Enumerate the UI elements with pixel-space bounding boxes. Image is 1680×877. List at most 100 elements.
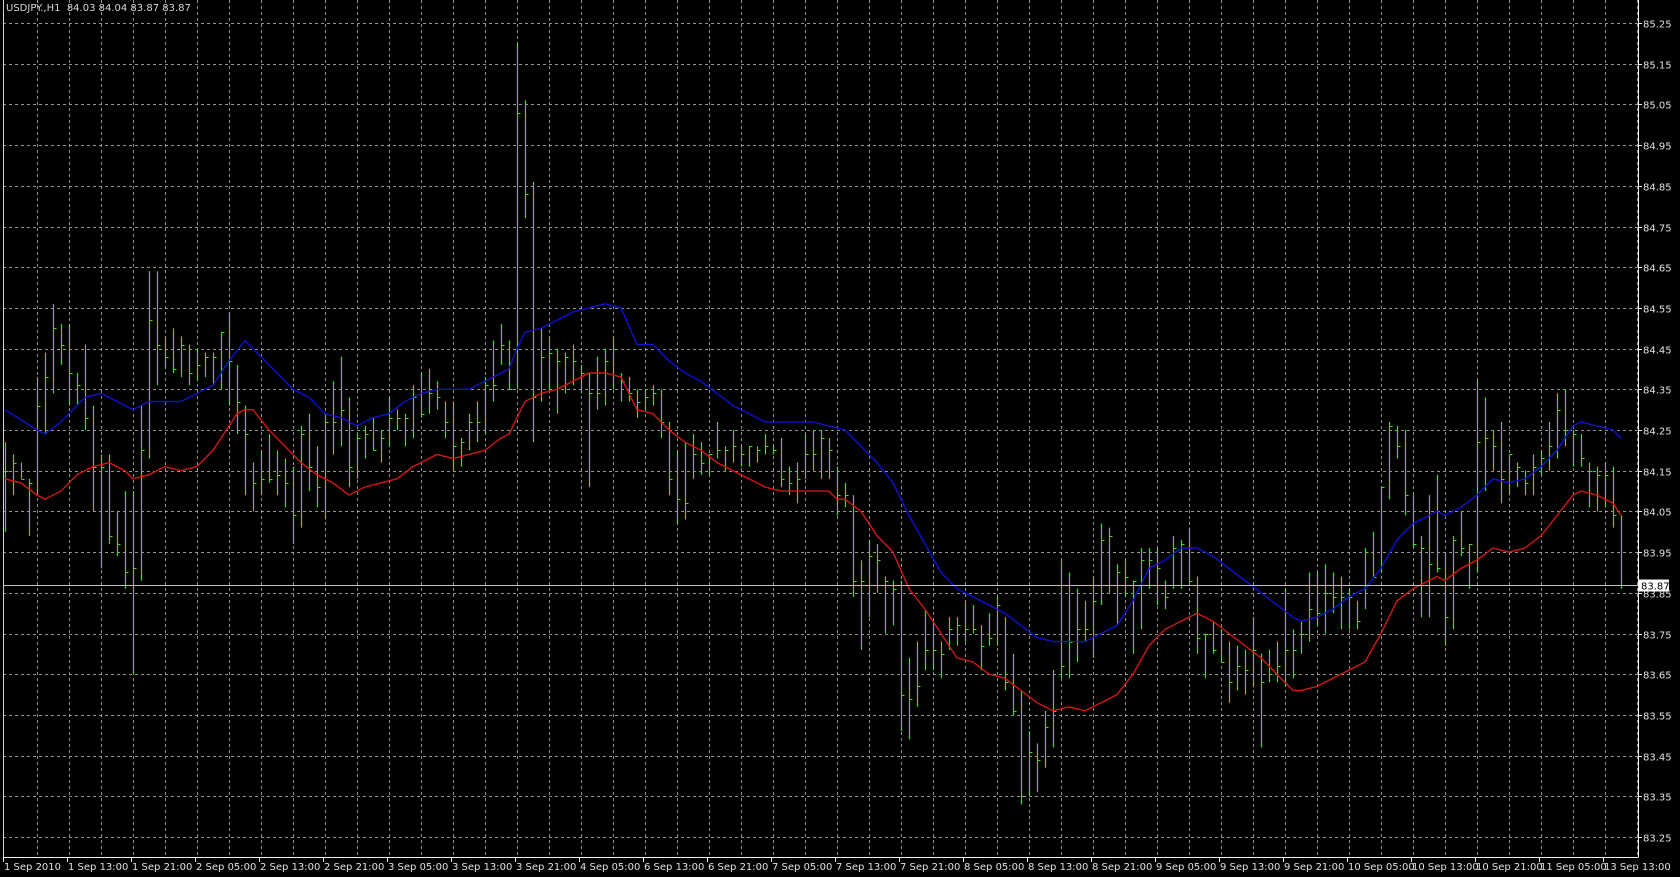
y-tick-label: 85.15 [1643, 61, 1672, 72]
ohlc-bar [420, 373, 425, 418]
x-tick-label: 7 Sep 05:00 [772, 862, 832, 873]
ohlc-bar [820, 430, 825, 479]
ohlc-bar [780, 438, 785, 487]
ohlc-bar [988, 613, 993, 646]
ohlc-bar [684, 442, 689, 520]
ohlc-bar [908, 657, 913, 740]
ohlc-bar [716, 421, 721, 459]
ohlc-bar [452, 401, 457, 471]
ohlc-bar [1236, 645, 1241, 691]
y-tick-label: 83.35 [1643, 793, 1672, 804]
ohlc-bar [388, 397, 393, 447]
ohlc-bar [852, 495, 857, 597]
ohlc-bar [1084, 600, 1089, 642]
ohlc-bar [812, 430, 817, 471]
ohlc-bar [164, 336, 169, 369]
y-tick-label: 85.05 [1643, 101, 1672, 112]
ohlc-bar [1100, 523, 1105, 606]
y-tick-label: 84.45 [1643, 346, 1672, 357]
ohlc-bar [1028, 731, 1033, 797]
x-tick-label: 9 Sep 13:00 [1220, 862, 1280, 873]
ohlc-bar [700, 442, 705, 475]
ohlc-bar [732, 430, 737, 463]
y-tick-label: 84.85 [1643, 183, 1672, 194]
ohlc-bar [548, 336, 553, 390]
ohlc-bar [1044, 710, 1049, 768]
ohlc-bar [524, 100, 529, 219]
ohlc-bar [484, 377, 489, 435]
x-tick-label: 3 Sep 13:00 [452, 862, 512, 873]
ohlc-bar [1492, 430, 1497, 471]
ohlc-bar [1484, 397, 1489, 492]
ohlc-bar [1164, 580, 1169, 610]
ohlc-bar [284, 458, 289, 508]
ohlc-bar [1068, 572, 1073, 679]
x-tick-label: 1 Sep 13:00 [68, 862, 128, 873]
ohlc-bar [468, 413, 473, 451]
ohlc-bar [1364, 548, 1369, 610]
x-tick-label: 7 Sep 13:00 [836, 862, 896, 873]
ohlc-bar [1292, 629, 1297, 679]
x-tick-label: 2 Sep 21:00 [324, 862, 384, 873]
ohlc-bar [188, 344, 193, 386]
ohlc-bar [940, 641, 945, 679]
moving-averages [4, 303, 1622, 712]
ohlc-bar [100, 454, 105, 569]
ohlc-bar [844, 482, 849, 508]
ohlc-bar [140, 405, 145, 581]
ohlc-bar [1092, 576, 1097, 658]
ohlc-bar [300, 425, 305, 528]
x-tick-label: 6 Sep 21:00 [708, 862, 768, 873]
ohlc-bar [340, 356, 345, 447]
y-tick-label: 84.25 [1643, 427, 1672, 438]
ohlc-bar [1396, 425, 1401, 459]
ohlc-bar [644, 389, 649, 410]
ohlc-bar [292, 466, 297, 544]
ohlc-bar [964, 600, 969, 642]
ohlc-bar [836, 466, 841, 516]
ohlc-bar [1444, 552, 1449, 646]
ohlc-bar [1228, 641, 1233, 703]
ohlc-bar [380, 430, 385, 463]
ohlc-bar [4, 442, 9, 532]
ohlc-bar [52, 303, 57, 394]
ohlc-bar [1020, 690, 1025, 805]
ohlc-bar [1188, 527, 1193, 585]
ohlc-bar [620, 373, 625, 402]
ohlc-bar [900, 580, 905, 732]
ohlc-bar [68, 324, 73, 406]
ohlc-bar [204, 352, 209, 378]
ohlc-bar [636, 389, 641, 418]
ohlc-bar [372, 417, 377, 451]
ohlc-bar [1476, 381, 1481, 573]
ohlc-bar [1404, 430, 1409, 516]
y-tick-label: 84.55 [1643, 305, 1672, 316]
y-tick-label: 83.95 [1643, 549, 1672, 560]
x-tick-label: 9 Sep 05:00 [1156, 862, 1216, 873]
ohlc-bar [244, 405, 249, 496]
ohlc-bar [76, 373, 81, 406]
current-price-label: 83.87 [1641, 582, 1670, 593]
ohlc-bar [108, 454, 113, 544]
y-tick-label: 84.95 [1643, 142, 1672, 153]
price-chart[interactable]: 85.25 85.15 85.05 84.95 84.85 84.75 84.65 84.55… [0, 0, 1680, 877]
ohlc-bar [1524, 470, 1529, 496]
x-tick-label: 9 Sep 21:00 [1284, 862, 1344, 873]
ohlc-bar [156, 271, 161, 386]
ohlc-bar [1380, 486, 1385, 573]
ohlc-bar [1244, 649, 1249, 695]
ohlc-bar [1036, 743, 1041, 793]
ohlc-bar [772, 446, 777, 455]
ohlc-bar [868, 539, 873, 618]
ohlc-bar [1612, 466, 1617, 528]
y-tick-label: 84.35 [1643, 386, 1672, 397]
ohlc-bar [540, 328, 545, 402]
y-tick-label: 83.25 [1643, 834, 1672, 845]
x-tick-label: 1 Sep 21:00 [132, 862, 192, 873]
ohlc-bar [172, 328, 177, 374]
ohlc-bar [1356, 600, 1361, 630]
ohlc-bar [564, 352, 569, 394]
ohlc-bar [1052, 670, 1057, 748]
y-tick-label: 83.65 [1643, 671, 1672, 682]
x-tick-label: 6 Sep 13:00 [644, 862, 704, 873]
